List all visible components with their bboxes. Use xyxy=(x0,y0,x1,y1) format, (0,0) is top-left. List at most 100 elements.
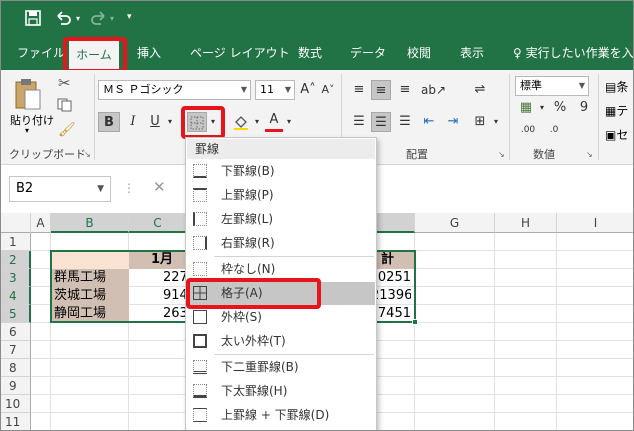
paste-dropdown-icon[interactable]: ▾ xyxy=(25,126,29,135)
menu-item-top-and-bottom-border[interactable]: 上罫線 + 下罫線(D) xyxy=(187,404,375,427)
align-right-icon[interactable]: ☰ xyxy=(395,112,415,132)
fill-handle[interactable] xyxy=(412,319,418,325)
tab-file[interactable]: ファイル xyxy=(17,37,65,70)
font-color-button[interactable]: A xyxy=(265,110,283,132)
row-header[interactable]: 9 xyxy=(1,377,31,395)
align-bottom-icon[interactable]: ≡ xyxy=(395,80,415,100)
all-borders-icon xyxy=(193,286,207,300)
excel-window: ▾ ▾ ▾ ファイル ホーム 挿入 ページ レイアウト 数式 データ 校閲 表示… xyxy=(0,0,634,431)
cut-icon[interactable]: ✂ xyxy=(58,74,71,92)
redo-dropdown-icon[interactable]: ▾ xyxy=(110,14,114,23)
accounting-format-icon[interactable]: ▦ xyxy=(515,98,537,118)
number-launcher-icon[interactable]: ↘ xyxy=(586,150,593,159)
cell-styles-button[interactable]: ▣セ xyxy=(605,126,628,143)
align-top-icon[interactable]: ≡ xyxy=(349,80,369,100)
shrink-font-button[interactable]: A˅ xyxy=(319,80,337,100)
group-divider xyxy=(598,74,599,160)
format-as-table-button[interactable]: ▦テ xyxy=(605,102,628,119)
merge-dropdown-icon[interactable]: ▾ xyxy=(491,112,501,132)
right-border-icon xyxy=(193,236,207,250)
increase-indent-icon[interactable]: ⇥ xyxy=(443,112,463,132)
menu-item-all-borders[interactable]: 格子(A) xyxy=(187,282,375,305)
increase-decimal-icon[interactable]: .00 xyxy=(516,120,540,140)
column-header[interactable]: G xyxy=(415,213,495,233)
merge-center-icon[interactable]: ⊞ xyxy=(470,112,490,132)
number-format-select[interactable]: 標準 ▼ xyxy=(515,76,589,96)
tab-formulas[interactable]: 数式 xyxy=(298,37,322,70)
name-box[interactable]: B2 ▼ xyxy=(9,176,111,202)
wrap-text-icon[interactable]: ⇌ xyxy=(470,80,490,100)
customize-qat-icon[interactable]: ▾ xyxy=(127,12,132,22)
borders-dropdown-icon[interactable]: ▾ xyxy=(207,112,219,132)
copy-icon[interactable] xyxy=(57,98,75,115)
tab-review[interactable]: 校閲 xyxy=(407,37,431,70)
align-center-icon[interactable]: ☰ xyxy=(371,112,391,132)
clipboard-launcher-icon[interactable]: ↘ xyxy=(84,150,91,159)
row-header[interactable]: 2 xyxy=(1,251,31,269)
align-middle-icon[interactable]: ≡ xyxy=(371,80,391,100)
cancel-icon[interactable]: ✕ xyxy=(153,178,166,196)
menu-item-thick-bottom-border[interactable]: 下太罫線(H) xyxy=(187,380,375,403)
menu-item-top-border[interactable]: 上罫線(P) xyxy=(187,184,375,207)
menu-item-outside-borders[interactable]: 外枠(S) xyxy=(187,306,375,329)
conditional-formatting-button[interactable]: ▤条 xyxy=(605,78,628,95)
column-header[interactable]: C xyxy=(129,213,187,233)
fill-color-dropdown-icon[interactable]: ▾ xyxy=(252,112,262,132)
align-left-icon[interactable]: ☰ xyxy=(349,112,369,132)
paste-button[interactable]: 貼り付け xyxy=(10,112,54,128)
comma-button[interactable]: 9 xyxy=(577,98,591,118)
menu-item-bottom-border[interactable]: 下罫線(B) xyxy=(187,160,375,183)
redo-icon[interactable] xyxy=(89,10,107,30)
row-header[interactable]: 10 xyxy=(1,395,31,413)
row-header[interactable]: 7 xyxy=(1,341,31,359)
accounting-dropdown-icon[interactable]: ▾ xyxy=(537,98,547,118)
bottom-border-icon xyxy=(193,164,207,178)
paste-icon[interactable] xyxy=(13,78,43,115)
chevron-down-icon: ▼ xyxy=(240,85,247,94)
column-header[interactable]: I xyxy=(557,213,633,233)
font-size-select[interactable]: 11 ▼ xyxy=(255,80,295,100)
row-header[interactable]: 11 xyxy=(1,413,31,430)
decrease-decimal-icon[interactable]: .0 xyxy=(542,120,566,140)
row-header[interactable]: 3 xyxy=(1,269,31,287)
undo-dropdown-icon[interactable]: ▾ xyxy=(76,14,80,23)
bold-button[interactable]: B xyxy=(98,112,120,132)
menu-item-left-border[interactable]: 左罫線(L) xyxy=(187,208,375,231)
undo-icon[interactable] xyxy=(55,10,73,30)
tab-insert[interactable]: 挿入 xyxy=(137,37,161,70)
underline-dropdown-icon[interactable]: ▾ xyxy=(165,112,175,132)
percent-button[interactable]: % xyxy=(551,98,569,118)
column-header[interactable]: A xyxy=(31,213,51,233)
row-header[interactable]: 5 xyxy=(1,305,31,323)
tab-view[interactable]: 表示 xyxy=(460,37,484,70)
column-header[interactable]: H xyxy=(495,213,557,233)
menu-separator xyxy=(214,256,374,257)
italic-button[interactable]: I xyxy=(123,112,143,132)
save-icon[interactable] xyxy=(25,10,41,30)
row-header[interactable]: 1 xyxy=(1,233,31,251)
fill-color-button[interactable] xyxy=(231,112,251,132)
format-painter-icon[interactable]: 🖌 xyxy=(58,122,76,138)
menu-item-bottom-double-border[interactable]: 下二重罫線(B) xyxy=(187,356,375,379)
column-header[interactable]: B xyxy=(51,213,129,233)
orientation-icon[interactable]: ab↗ xyxy=(421,80,446,100)
select-all-corner[interactable] xyxy=(1,213,31,233)
tell-me-box[interactable]: ♀ 実行したい作業を入 xyxy=(513,37,633,70)
font-name-select[interactable]: ＭＳ Ｐゴシック ▼ xyxy=(98,80,251,100)
borders-button[interactable] xyxy=(187,112,207,132)
underline-button[interactable]: U xyxy=(146,112,164,132)
menu-item-thick-box-border[interactable]: 太い外枠(T) xyxy=(187,330,375,353)
tab-data[interactable]: データ xyxy=(350,37,386,70)
decrease-indent-icon[interactable]: ⇤ xyxy=(419,112,439,132)
alignment-launcher-icon[interactable]: ↘ xyxy=(498,150,505,159)
row-header[interactable]: 6 xyxy=(1,323,31,341)
gridline xyxy=(494,233,495,430)
font-color-dropdown-icon[interactable]: ▾ xyxy=(284,112,294,132)
menu-item-right-border[interactable]: 右罫線(R) xyxy=(187,232,375,255)
row-header[interactable]: 4 xyxy=(1,287,31,305)
menu-item-no-border[interactable]: 枠なし(N) xyxy=(187,258,375,281)
tab-home[interactable]: ホーム xyxy=(69,40,119,70)
tab-page-layout[interactable]: ページ レイアウト xyxy=(190,37,290,70)
grow-font-button[interactable]: A˄ xyxy=(299,80,317,100)
row-header[interactable]: 8 xyxy=(1,359,31,377)
